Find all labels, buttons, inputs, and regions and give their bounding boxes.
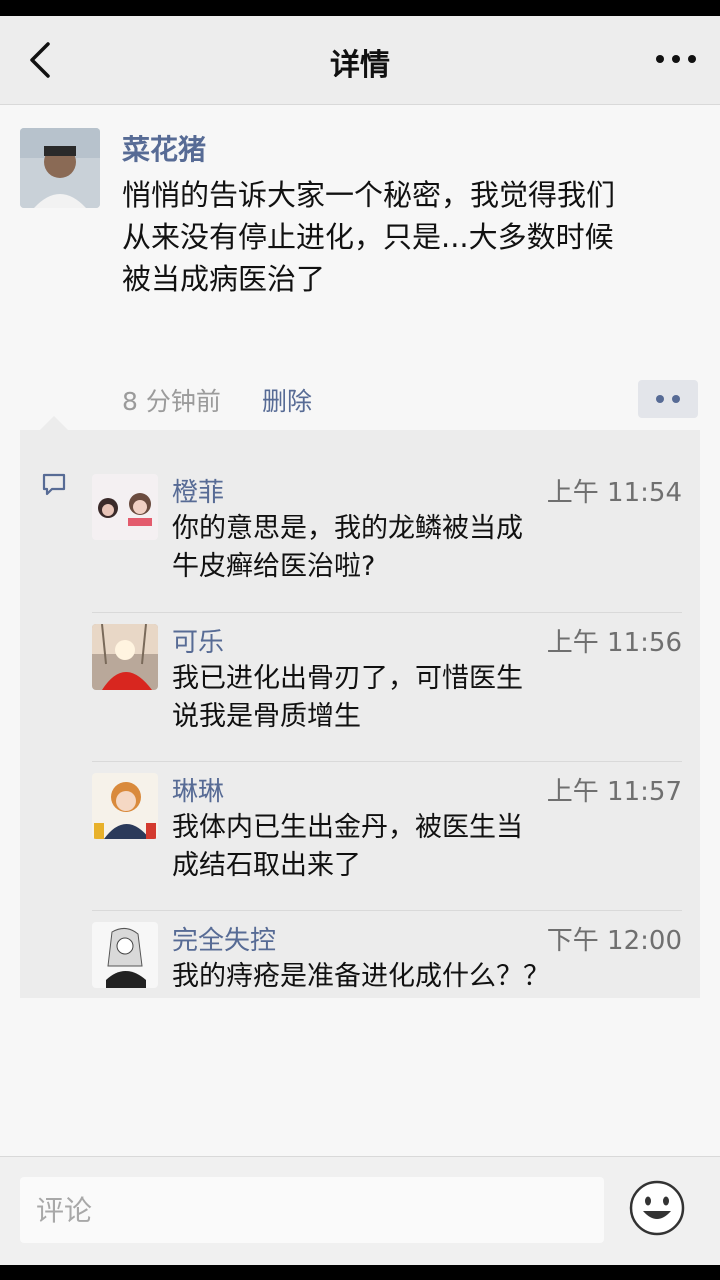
comments-panel: 橙菲 上午 11:54 你的意思是，我的龙鳞被当成 牛皮癣给医治啦? 可乐 上午… xyxy=(20,416,700,998)
page-title: 详情 xyxy=(330,48,390,83)
comment-time: 上午 11:57 xyxy=(546,777,682,807)
comment-text-line: 我的痔疮是准备进化成什么？？ xyxy=(172,961,550,992)
emoji-button[interactable] xyxy=(628,1179,686,1237)
smiley-icon xyxy=(629,1180,685,1236)
author-avatar[interactable] xyxy=(20,128,100,208)
more-dots-icon xyxy=(656,55,696,63)
more-button[interactable] xyxy=(654,44,698,74)
comment-input-bar xyxy=(0,1156,720,1265)
commenter-name[interactable]: 可乐 xyxy=(172,622,224,659)
comment-time: 上午 11:56 xyxy=(546,628,682,658)
commenter-name[interactable]: 橙菲 xyxy=(172,472,224,509)
commenter-avatar[interactable] xyxy=(92,474,158,540)
post-text-line: 被当成病医治了 xyxy=(122,262,326,296)
nav-bar: 详情 xyxy=(0,16,720,105)
comment-text: 我体内已生出金丹，被医生当 成结石取出来了 xyxy=(172,809,592,885)
commenter-avatar[interactable] xyxy=(92,773,158,839)
comment-text-line: 牛皮癣给医治啦? xyxy=(172,551,376,582)
comment-time: 下午 12:00 xyxy=(546,926,682,956)
post-action-button[interactable] xyxy=(638,380,698,418)
post-text-line: 从来没有停止进化，只是...大多数时候 xyxy=(122,220,614,254)
comment-time: 上午 11:54 xyxy=(546,478,682,508)
divider xyxy=(92,612,682,613)
commenter-avatar[interactable] xyxy=(92,624,158,690)
commenter-name[interactable]: 琳琳 xyxy=(172,771,224,808)
comment-input[interactable] xyxy=(20,1177,604,1243)
moments-detail-screen: 详情 菜花猪 悄悄的告诉大家一个秘密，我觉得我们 从来没有停止进化，只是...大… xyxy=(0,16,720,1265)
commenter-name[interactable]: 完全失控 xyxy=(172,920,276,957)
delete-link[interactable]: 删除 xyxy=(262,382,312,418)
post-time: 8 分钟前 xyxy=(122,387,221,416)
comment-text-line: 我体内已生出金丹，被医生当 xyxy=(172,812,523,843)
divider xyxy=(92,910,682,911)
post-text: 悄悄的告诉大家一个秘密，我觉得我们 从来没有停止进化，只是...大多数时候 被当… xyxy=(122,174,682,300)
comment-text-line: 你的意思是，我的龙鳞被当成 xyxy=(172,513,523,544)
comment-text: 我已进化出骨刃了，可惜医生 说我是骨质增生 xyxy=(172,660,592,736)
comment-text-line: 说我是骨质增生 xyxy=(172,701,361,732)
comment-text-line: 成结石取出来了 xyxy=(172,850,361,881)
post-author-name[interactable]: 菜花猪 xyxy=(122,128,206,168)
divider xyxy=(92,761,682,762)
comment-bubble-icon xyxy=(42,473,66,496)
two-dots-icon xyxy=(656,395,664,403)
commenter-avatar[interactable] xyxy=(92,922,158,988)
comment-text: 你的意思是，我的龙鳞被当成 牛皮癣给医治啦? xyxy=(172,510,592,586)
post-text-line: 悄悄的告诉大家一个秘密，我觉得我们 xyxy=(122,178,616,212)
comment-text-line: 我已进化出骨刃了，可惜医生 xyxy=(172,663,523,694)
comment-text: 我的痔疮是准备进化成什么？？ xyxy=(172,958,672,996)
